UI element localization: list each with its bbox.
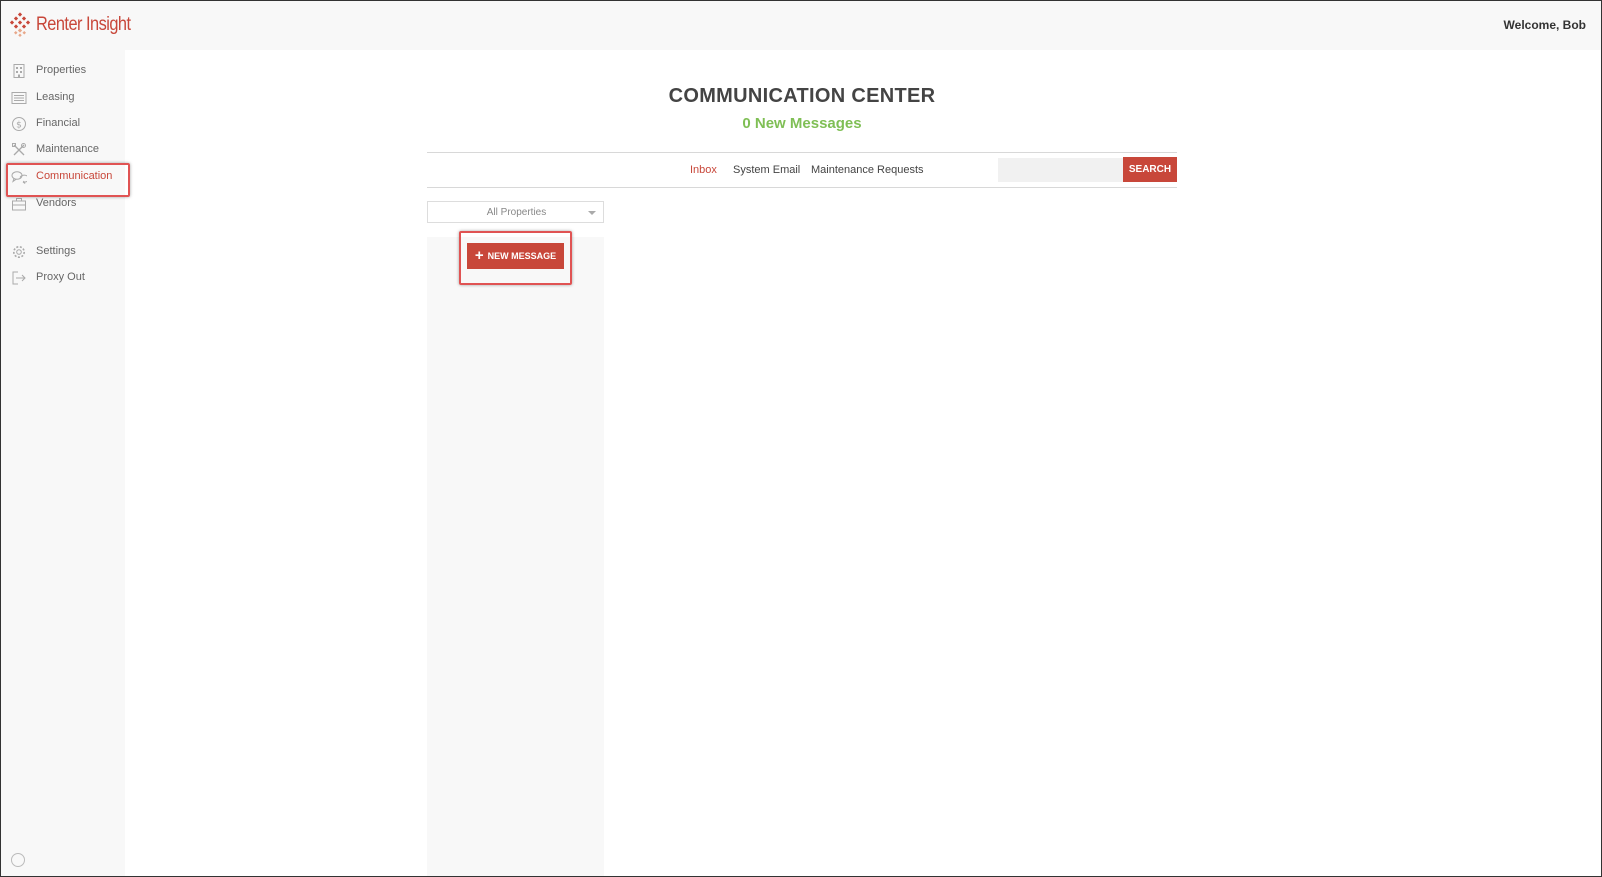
page-title: COMMUNICATION CENTER (668, 85, 936, 107)
tab-inbox[interactable]: Inbox (690, 164, 717, 176)
gear-icon (13, 246, 25, 258)
sidebar-item-label: Vendors (36, 197, 77, 209)
property-filter-select[interactable]: All Properties (427, 201, 604, 223)
message-tabs-bar: Inbox System Email Maintenance Requests … (427, 152, 1177, 188)
help-icon[interactable] (11, 853, 25, 867)
sidebar-item-label: Settings (36, 245, 76, 257)
brand-name: Renter Insight (36, 14, 131, 35)
welcome-user[interactable]: Welcome, Bob (1504, 18, 1586, 32)
top-header: Renter Insight Welcome, Bob (1, 1, 1601, 50)
tab-maintenance-requests[interactable]: Maintenance Requests (811, 164, 924, 176)
message-list-panel (427, 237, 604, 876)
new-message-button[interactable]: + NEW MESSAGE (467, 243, 564, 269)
tab-system-email[interactable]: System Email (733, 164, 800, 176)
tools-icon (12, 143, 26, 156)
plus-icon: + (474, 246, 484, 264)
diamond-grid-logo-icon (9, 12, 31, 38)
building-icon (13, 64, 25, 78)
chat-bubbles-icon (11, 171, 27, 184)
sidebar-item-settings[interactable]: Settings (1, 241, 125, 263)
sidebar-item-communication[interactable]: Communication (1, 166, 125, 188)
sidebar-item-label: Communication (36, 170, 113, 182)
sidebar: Properties Leasing $ Financial Maintenan… (1, 50, 125, 876)
sidebar-item-maintenance[interactable]: Maintenance (1, 139, 125, 161)
briefcase-icon (12, 198, 26, 211)
sidebar-item-properties[interactable]: Properties (1, 60, 125, 82)
search-input[interactable] (998, 158, 1123, 182)
sidebar-item-label: Maintenance (36, 143, 99, 155)
new-messages-count: 0 New Messages (742, 115, 862, 132)
sidebar-item-vendors[interactable]: Vendors (1, 193, 125, 215)
sidebar-item-label: Proxy Out (36, 271, 85, 283)
chevron-down-icon (588, 211, 596, 215)
sidebar-item-proxy-out[interactable]: Proxy Out (1, 267, 125, 289)
logout-icon (12, 271, 26, 285)
search-button[interactable]: SEARCH (1123, 157, 1177, 182)
brand-logo[interactable]: Renter Insight (9, 11, 146, 39)
sidebar-item-label: Properties (36, 64, 87, 76)
app-window: Renter Insight Welcome, Bob Properties L… (0, 0, 1602, 877)
property-filter-value: All Properties (486, 207, 547, 218)
new-message-label: NEW MESSAGE (487, 251, 557, 261)
